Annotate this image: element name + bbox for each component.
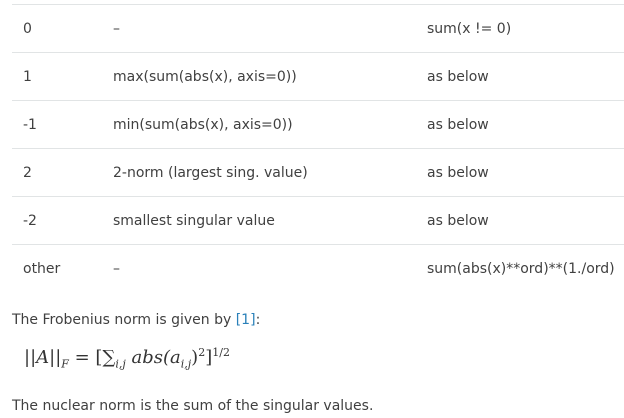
ord-cell: -1 (23, 117, 37, 133)
table-row: 0 – sum(x != 0) (12, 4, 624, 52)
frobenius-paragraph: The Frobenius norm is given by [1]: (12, 312, 260, 328)
frobenius-formula: ||A||F = [∑i,j abs(ai,j)2]1/2 (24, 346, 230, 371)
table-row: other – sum(abs(x)**ord)**(1./ord) (12, 244, 624, 292)
formula-func-sub: i,j (180, 357, 192, 371)
table-row: -1 min(sum(abs(x), axis=0)) as below (12, 100, 624, 148)
norm-table: 0 – sum(x != 0) 1 max(sum(abs(x), axis=0… (12, 4, 624, 292)
formula-lhs: ||A|| (24, 347, 62, 368)
ord-cell: 1 (23, 69, 32, 85)
reference-link[interactable]: [1] (236, 312, 256, 328)
formula-eq: = [ (68, 347, 103, 368)
formula-sum: ∑ (102, 347, 116, 368)
table-row: 1 max(sum(abs(x), axis=0)) as below (12, 52, 624, 100)
matrix-norm-cell: max(sum(abs(x), axis=0)) (113, 69, 297, 85)
frobenius-text: The Frobenius norm is given by (12, 312, 236, 328)
formula-sum-sub: i,j (115, 357, 126, 371)
table-row: -2 smallest singular value as below (12, 196, 624, 244)
ord-cell: -2 (23, 213, 37, 229)
vector-norm-cell: as below (427, 69, 489, 85)
frobenius-suffix: : (255, 312, 261, 328)
vector-norm-cell: as below (427, 213, 489, 229)
nuclear-paragraph: The nuclear norm is the sum of the singu… (12, 398, 374, 414)
matrix-norm-cell: 2-norm (largest sing. value) (113, 165, 308, 181)
formula-func: abs(a (125, 347, 181, 368)
vector-norm-cell: sum(x != 0) (427, 21, 512, 37)
formula-lhs-sub: F (61, 357, 69, 371)
vector-norm-cell: as below (427, 117, 489, 133)
matrix-norm-cell: – (113, 21, 120, 37)
formula-power: 1/2 (212, 346, 230, 359)
ord-cell: other (23, 261, 61, 277)
matrix-norm-cell: – (113, 261, 120, 277)
matrix-norm-cell: smallest singular value (113, 213, 275, 229)
vector-norm-cell: sum(abs(x)**ord)**(1./ord) (427, 261, 615, 277)
ord-cell: 2 (23, 165, 32, 181)
matrix-norm-cell: min(sum(abs(x), axis=0)) (113, 117, 293, 133)
ord-cell: 0 (23, 21, 32, 37)
table-row: 2 2-norm (largest sing. value) as below (12, 148, 624, 196)
vector-norm-cell: as below (427, 165, 489, 181)
